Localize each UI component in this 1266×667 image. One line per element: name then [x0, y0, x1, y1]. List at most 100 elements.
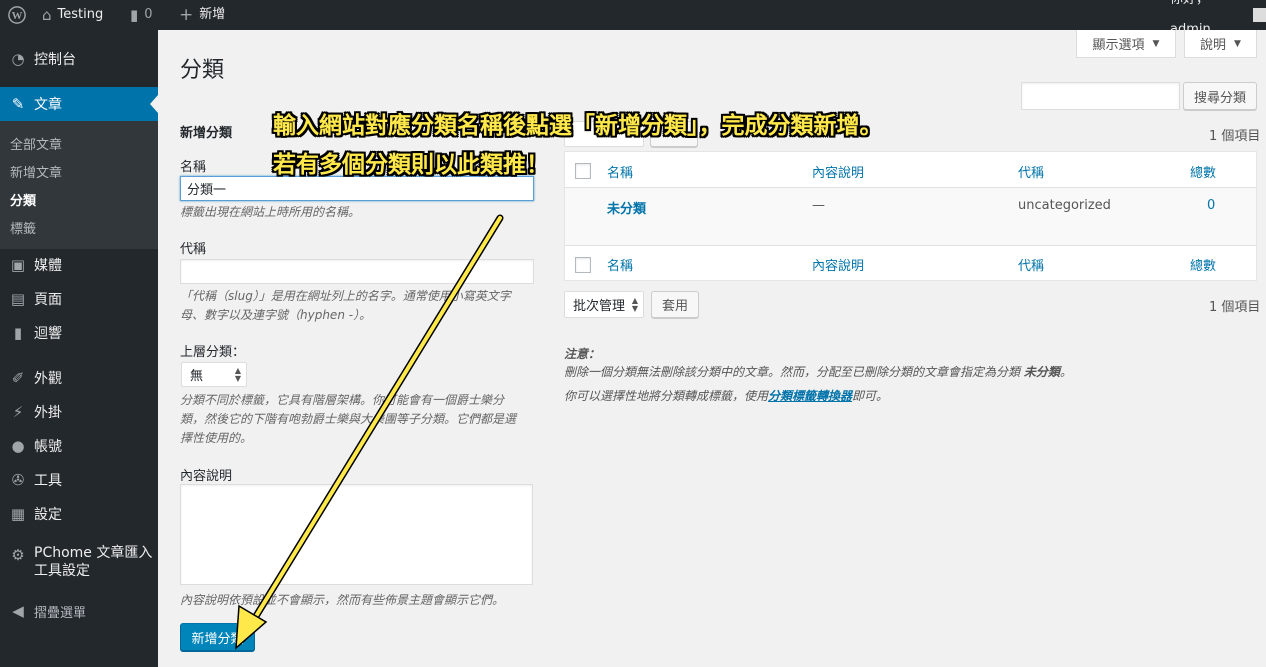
notes-line2-post: 即可。: [852, 389, 889, 403]
notes-line2-pre: 你可以選擇性地將分類轉成標籤，使用: [564, 389, 769, 403]
menu-label-line1: PChome 文章匯入: [34, 545, 153, 561]
comment-icon: ▮: [13, 324, 23, 342]
parent-description-line3: 擇性使用的。: [180, 431, 253, 445]
column-count-bottom[interactable]: 總數: [1190, 255, 1216, 274]
parent-description-line2: 類，然後它的下階有咆勃爵士樂與大樂團等子分類。它們都是選: [180, 412, 517, 426]
help-label: 說明: [1200, 38, 1227, 53]
menu-pchome-import[interactable]: ⚙ PChome 文章匯入 工具設定: [0, 544, 158, 588]
footer-divider: [565, 245, 1256, 246]
notes-line1-text: 刪除一個分類無法刪除該分類中的文章。然而，分配至已刪除分類的文章會指定為分類: [564, 365, 1021, 379]
slug-input[interactable]: [180, 259, 534, 284]
page-title: 分類: [180, 58, 225, 83]
notes-uncategorized: 未分類: [1023, 365, 1060, 379]
plugin-icon: ⚡: [12, 403, 24, 421]
column-slug[interactable]: 代稱: [1018, 162, 1044, 181]
screen-options-button[interactable]: 顯示選項 ▼: [1076, 30, 1176, 58]
brush-icon: ✐: [11, 369, 25, 387]
menu-label: 文章: [34, 97, 62, 113]
annotation-line1: 輸入網站對應分類名稱後點選「新增分類」，完成分類新增。: [273, 113, 883, 139]
column-description-bottom[interactable]: 內容說明: [812, 255, 864, 274]
select-all-checkbox-bottom[interactable]: [575, 257, 591, 273]
comments-count: 0: [144, 7, 153, 22]
row-slug: uncategorized: [1018, 198, 1111, 213]
menu-plugins[interactable]: ⚡ 外掛: [0, 395, 158, 429]
search-button[interactable]: 搜尋分類: [1183, 82, 1257, 110]
name-input[interactable]: 分類一: [180, 176, 534, 201]
slug-description-line1: 「代稱（slug）」是用在網址列上的名字。通常使用小寫英文字: [180, 289, 511, 303]
plus-icon: +: [179, 5, 194, 25]
menu-tools[interactable]: ✇ 工具: [0, 463, 158, 497]
dashboard-icon: ◔: [11, 50, 25, 68]
comments-link[interactable]: ▮ 0: [130, 0, 153, 30]
select-all-checkbox[interactable]: [575, 163, 591, 179]
search-input[interactable]: [1021, 82, 1180, 110]
menu-label-line2: 工具設定: [34, 563, 90, 579]
submenu-categories[interactable]: 分類: [10, 190, 36, 209]
site-name-link[interactable]: ⌂ Testing: [42, 0, 103, 30]
notes-line1: 刪除一個分類無法刪除該分類中的文章。然而，分配至已刪除分類的文章會指定為分類 未…: [564, 363, 1072, 380]
screen-options-label: 顯示選項: [1092, 38, 1145, 53]
menu-label: 頁面: [34, 292, 62, 308]
new-label: 新增: [199, 7, 226, 22]
form-heading: 新增分類: [180, 126, 233, 141]
column-count[interactable]: 總數: [1190, 162, 1216, 181]
new-content-link[interactable]: + 新增: [179, 0, 225, 30]
row-count-link[interactable]: 0: [1207, 198, 1215, 213]
column-name-bottom[interactable]: 名稱: [607, 255, 633, 274]
table-row: 未分類 — uncategorized 0: [565, 188, 1256, 245]
bulk-actions-select-bottom[interactable]: 批次管理 ▲ ▼: [564, 291, 644, 318]
column-slug-bottom[interactable]: 代稱: [1018, 255, 1044, 274]
menu-label: 外掛: [34, 405, 62, 421]
select-arrows-icon: ▲ ▼: [631, 295, 638, 313]
menu-media[interactable]: ▣ 媒體: [0, 248, 158, 282]
posts-submenu: 全部文章 新增文章 分類 標籤: [0, 121, 158, 249]
account-menu[interactable]: 你好，admin: [1170, 0, 1266, 37]
wordpress-logo-icon[interactable]: W: [8, 0, 26, 30]
menu-users[interactable]: ● 帳號: [0, 429, 158, 463]
description-textarea[interactable]: [180, 484, 533, 585]
submenu-all-posts[interactable]: 全部文章: [10, 134, 62, 153]
submenu-tags[interactable]: 標籤: [10, 218, 36, 237]
annotation-line2: 若有多個分類則以此類推！: [273, 152, 549, 178]
wrench-icon: ✇: [11, 471, 25, 489]
description-help: 內容說明依預設並不會顯示，然而有些佈景主題會顯示它們。: [180, 593, 505, 607]
submenu-new-post[interactable]: 新增文章: [10, 162, 62, 181]
pin-icon: ✎: [11, 95, 25, 113]
add-category-button[interactable]: 新增分類: [180, 623, 255, 651]
slug-description-line2: 母、數字以及連字號（hyphen -）。: [180, 308, 372, 322]
parent-select[interactable]: 無 ▲ ▼: [181, 362, 247, 387]
apply-button-bottom[interactable]: 套用: [651, 291, 699, 318]
categories-table: 名稱 內容說明 代稱 總數 未分類 — uncategorized 0 名稱 內…: [564, 151, 1257, 281]
page-icon: ▤: [10, 290, 26, 308]
notes-title: 注意：: [564, 347, 601, 361]
menu-collapse[interactable]: ◀ 摺疊選單: [0, 594, 158, 628]
bulk-actions-label: 批次管理: [573, 299, 626, 314]
parent-select-value: 無: [190, 369, 204, 384]
menu-pages[interactable]: ▤ 頁面: [0, 282, 158, 316]
row-description: —: [812, 198, 825, 213]
caret-down-icon: ▼: [1152, 38, 1160, 49]
home-icon: ⌂: [42, 6, 52, 24]
avatar: [1252, 8, 1266, 22]
notes-line1-end: 。: [1059, 365, 1072, 379]
description-label: 內容說明: [180, 469, 233, 484]
help-button[interactable]: 說明 ▼: [1184, 30, 1257, 58]
column-description[interactable]: 內容說明: [812, 162, 864, 181]
menu-label: 設定: [34, 507, 62, 523]
menu-posts[interactable]: ✎ 文章: [0, 87, 158, 121]
select-arrows-icon: ▲ ▼: [234, 365, 241, 383]
menu-label: 迴響: [34, 326, 62, 342]
menu-label: PChome 文章匯入 工具設定: [34, 544, 152, 580]
menu-label: 帳號: [34, 439, 62, 455]
svg-text:W: W: [12, 10, 23, 22]
caret-down-icon: ▼: [1234, 38, 1241, 49]
row-name-link[interactable]: 未分類: [607, 198, 646, 217]
converter-link[interactable]: 分類標籤轉換器: [768, 389, 852, 403]
menu-appearance[interactable]: ✐ 外觀: [0, 361, 158, 395]
parent-description-line1: 分類不同於標籤，它具有階層架構。你可能會有一個爵士樂分: [180, 393, 505, 407]
menu-settings[interactable]: ▦ 設定: [0, 497, 158, 531]
menu-dashboard[interactable]: ◔ 控制台: [0, 42, 158, 76]
column-name[interactable]: 名稱: [607, 162, 633, 181]
user-icon: ●: [11, 437, 25, 455]
menu-comments[interactable]: ▮ 迴響: [0, 316, 158, 350]
